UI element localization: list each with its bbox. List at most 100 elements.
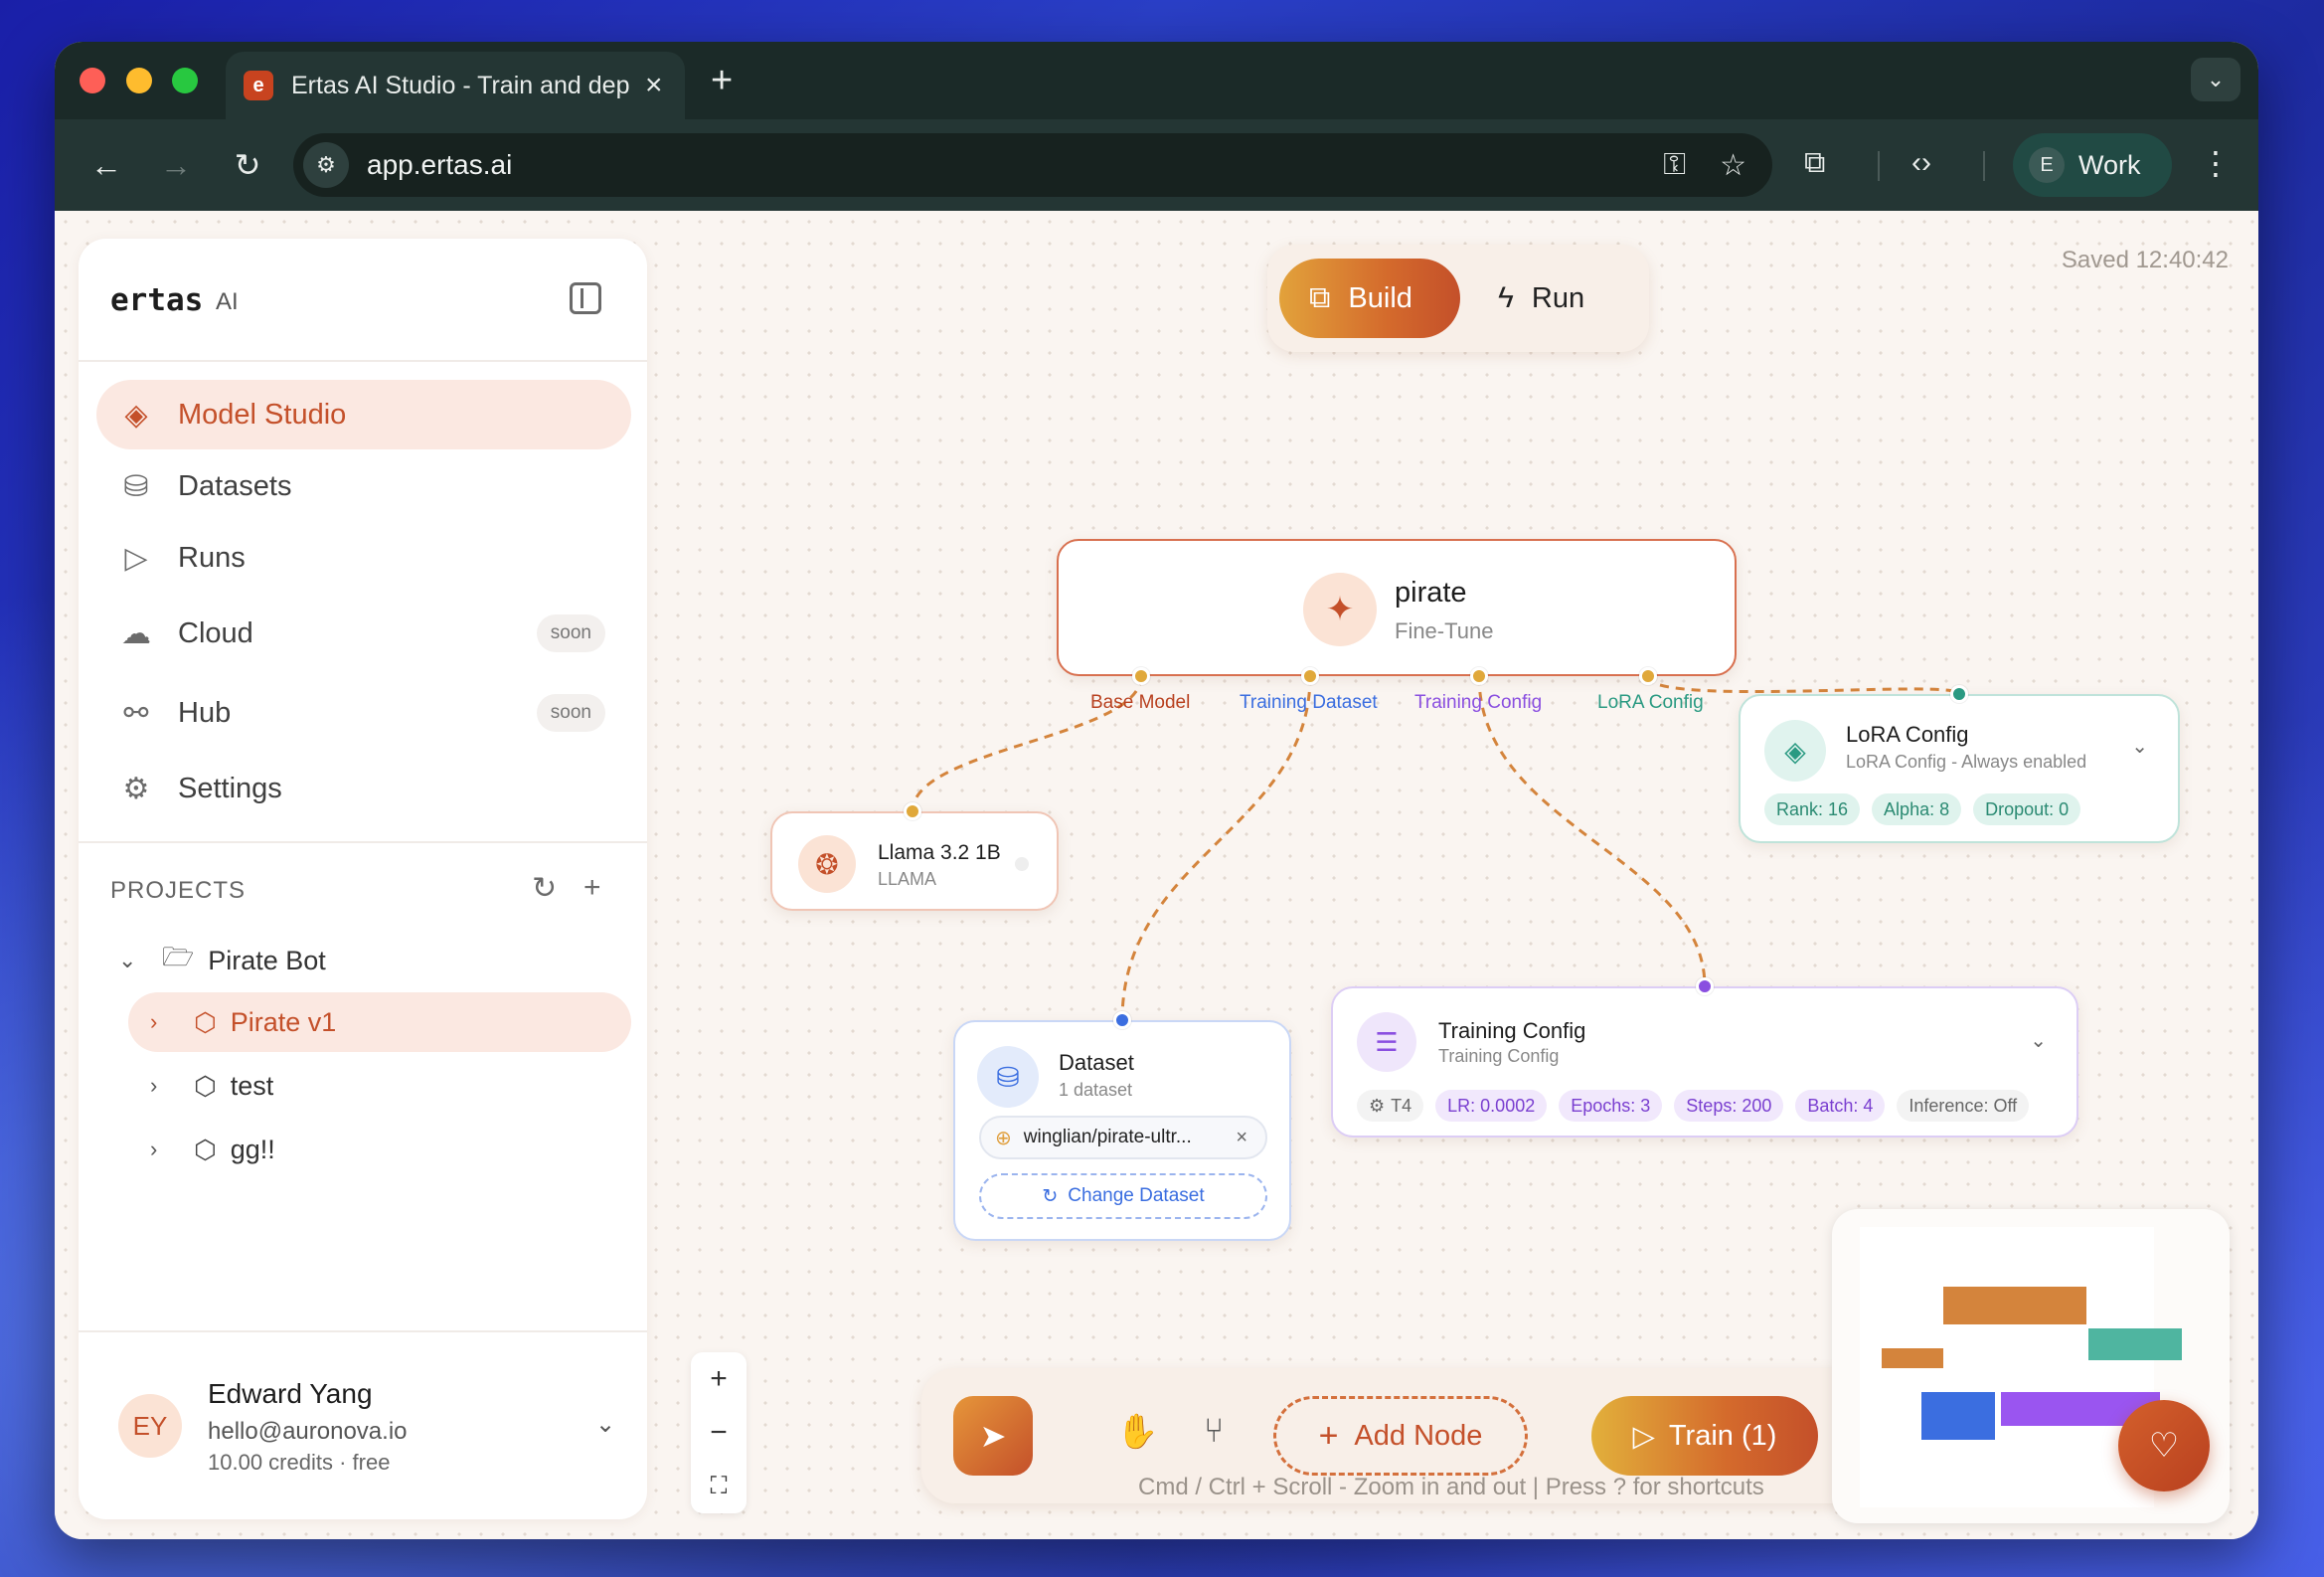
projects-heading: PROJECTS bbox=[110, 877, 247, 904]
project-item-test[interactable]: › ⬡ test bbox=[150, 1058, 273, 1114]
folder-label: Pirate Bot bbox=[208, 945, 326, 975]
sidebar-item-datasets[interactable]: ⛁ Datasets bbox=[96, 451, 631, 521]
train-label: Train (1) bbox=[1668, 1419, 1777, 1452]
port-label-lora-config: LoRA Config bbox=[1597, 692, 1704, 713]
zoom-out-icon[interactable]: − bbox=[691, 1406, 747, 1460]
sidebar-item-label: Hub bbox=[178, 696, 232, 729]
cloud-icon: ☁ bbox=[121, 616, 151, 650]
build-mode-button[interactable]: ⧉ Build bbox=[1279, 259, 1460, 338]
soon-badge: soon bbox=[536, 694, 605, 732]
address-bar[interactable]: ⚙ app.ertas.ai ⚿ ☆ bbox=[293, 133, 1772, 197]
sidebar-item-runs[interactable]: ▷ Runs bbox=[96, 523, 631, 593]
port-label-base-model: Base Model bbox=[1090, 692, 1191, 713]
lora-config-node[interactable]: ◈ LoRA Config LoRA Config - Always enabl… bbox=[1739, 694, 2180, 843]
sidebar-item-hub[interactable]: ⚯ Hub soon bbox=[96, 678, 631, 748]
rank-tag: Rank: 16 bbox=[1764, 793, 1861, 825]
port-training-dataset[interactable] bbox=[1301, 667, 1319, 685]
chip-icon: ⚙ bbox=[1369, 1095, 1386, 1116]
more-menu-icon[interactable]: ⋮ bbox=[2200, 141, 2232, 185]
layers-icon: ◈ bbox=[1764, 720, 1826, 782]
port-training-input[interactable] bbox=[1696, 977, 1714, 995]
project-item-gg[interactable]: › ⬡ gg!! bbox=[150, 1122, 275, 1177]
zoom-in-icon[interactable]: + bbox=[691, 1352, 747, 1406]
chevron-down-icon[interactable]: ⌄ bbox=[2030, 1028, 2047, 1053]
profile-button[interactable]: E Work bbox=[2013, 133, 2172, 197]
train-button[interactable]: ▷ Train (1) bbox=[1591, 1396, 1818, 1476]
sidebar-item-settings[interactable]: ⚙ Settings bbox=[96, 754, 631, 823]
run-mode-button[interactable]: ϟ Run bbox=[1498, 259, 1584, 338]
avatar: EY bbox=[118, 1394, 182, 1458]
minimap-node-main bbox=[1943, 1287, 2086, 1324]
project-label: Pirate v1 bbox=[230, 1006, 337, 1037]
mode-switcher: ⧉ Build ϟ Run bbox=[1267, 245, 1649, 352]
close-tab-icon[interactable]: × bbox=[645, 71, 663, 100]
back-arrow-icon[interactable]: ← bbox=[84, 143, 128, 187]
close-window-button[interactable] bbox=[80, 68, 105, 93]
project-label: test bbox=[230, 1070, 274, 1101]
chat-heart-icon: ♡ bbox=[2148, 1427, 2180, 1465]
node-title: Llama 3.2 1B bbox=[878, 841, 1001, 864]
reload-icon[interactable]: ↻ bbox=[226, 143, 269, 187]
password-key-icon[interactable]: ⚿ bbox=[1663, 148, 1686, 183]
port-training-config[interactable] bbox=[1470, 667, 1488, 685]
dataset-chip[interactable]: ⊕ winglian/pirate-ultr... × bbox=[979, 1116, 1267, 1159]
batch-tag: Batch: 4 bbox=[1795, 1090, 1886, 1122]
sidebar-item-cloud[interactable]: ☁ Cloud soon bbox=[96, 599, 631, 668]
new-tab-button[interactable]: + bbox=[711, 62, 733, 99]
minimize-window-button[interactable] bbox=[126, 68, 152, 93]
hand-tool-icon[interactable]: ✋ bbox=[1116, 1412, 1158, 1452]
node-subtitle: LLAMA bbox=[878, 869, 937, 889]
sidebar-item-model-studio[interactable]: ◈ Model Studio bbox=[96, 380, 631, 449]
port-base-model[interactable] bbox=[1132, 667, 1150, 685]
extensions-puzzle-icon[interactable]: ⧉ bbox=[1804, 141, 1825, 185]
brand-suffix: AI bbox=[216, 288, 239, 315]
sidebar-item-label: Cloud bbox=[178, 616, 253, 649]
port-lora-config[interactable] bbox=[1639, 667, 1657, 685]
add-node-button[interactable]: + Add Node bbox=[1273, 1396, 1528, 1476]
user-email: hello@auronova.io bbox=[208, 1418, 408, 1445]
project-folder[interactable]: ⌄ 🗁 Pirate Bot bbox=[118, 933, 326, 988]
sidebar-divider bbox=[79, 360, 647, 362]
profile-avatar: E bbox=[2029, 147, 2065, 183]
port-dataset-input[interactable] bbox=[1113, 1011, 1131, 1029]
inference-tag: Inference: Off bbox=[1897, 1090, 2030, 1122]
training-config-node[interactable]: ☰ Training Config Training Config ⌄ ⚙ T4 … bbox=[1331, 986, 2078, 1138]
change-dataset-button[interactable]: ↻ Change Dataset bbox=[979, 1173, 1267, 1219]
alpha-tag: Alpha: 8 bbox=[1872, 793, 1962, 825]
chevron-down-icon[interactable]: ⌄ bbox=[595, 1410, 615, 1439]
branch-tool-icon[interactable]: ⑂ bbox=[1204, 1412, 1224, 1451]
collapse-sidebar-icon[interactable] bbox=[570, 282, 601, 314]
port-lora-input[interactable] bbox=[1950, 685, 1968, 703]
select-tool-button[interactable]: ➤ bbox=[953, 1396, 1033, 1476]
forward-arrow-icon[interactable]: → bbox=[154, 143, 198, 187]
minimap-viewport bbox=[1860, 1227, 2182, 1507]
maximize-window-button[interactable] bbox=[172, 68, 198, 93]
project-item-pirate-v1[interactable]: › ⬡ Pirate v1 bbox=[150, 994, 336, 1050]
add-project-icon[interactable]: + bbox=[583, 871, 601, 905]
dropout-tag: Dropout: 0 bbox=[1973, 793, 2081, 825]
app-canvas[interactable]: ertas AI ◈ Model Studio ⛁ Datasets ▷ Run… bbox=[55, 211, 2258, 1539]
port-model-input[interactable] bbox=[904, 802, 921, 820]
chevron-down-icon[interactable]: ⌄ bbox=[2131, 734, 2148, 759]
base-model-node[interactable]: ❂ Llama 3.2 1B LLAMA bbox=[770, 811, 1059, 911]
fit-view-icon[interactable]: ⛶ bbox=[691, 1460, 747, 1513]
user-menu[interactable]: EY Edward Yang hello@auronova.io 10.00 c… bbox=[79, 1330, 647, 1519]
gpu-tag: ⚙ T4 bbox=[1357, 1090, 1424, 1122]
url-text[interactable]: app.ertas.ai bbox=[367, 149, 512, 181]
remove-dataset-icon[interactable]: × bbox=[1236, 1127, 1247, 1149]
toolbar-separator bbox=[1983, 151, 1985, 181]
browser-tab[interactable]: e Ertas AI Studio - Train and deploy × bbox=[226, 52, 685, 119]
bookmark-star-icon[interactable]: ☆ bbox=[1720, 148, 1746, 183]
sidebar-item-label: Model Studio bbox=[178, 398, 347, 431]
chat-support-button[interactable]: ♡ bbox=[2118, 1400, 2210, 1491]
tab-search-button[interactable]: ⌄ bbox=[2191, 58, 2241, 101]
code-icon[interactable]: ‹› bbox=[1911, 141, 1931, 185]
magic-wand-icon: ✦ bbox=[1303, 573, 1377, 646]
refresh-projects-icon[interactable]: ↻ bbox=[532, 871, 557, 906]
node-title: pirate bbox=[1395, 577, 1467, 609]
dataset-node[interactable]: ⛁ Dataset 1 dataset ⊕ winglian/pirate-ul… bbox=[953, 1020, 1291, 1241]
brand-logo: ertas bbox=[110, 282, 204, 318]
site-info-icon[interactable]: ⚙ bbox=[303, 142, 349, 188]
fine-tune-node[interactable]: ✦ pirate Fine-Tune bbox=[1057, 539, 1737, 676]
build-icon: ⧉ bbox=[1309, 281, 1331, 314]
